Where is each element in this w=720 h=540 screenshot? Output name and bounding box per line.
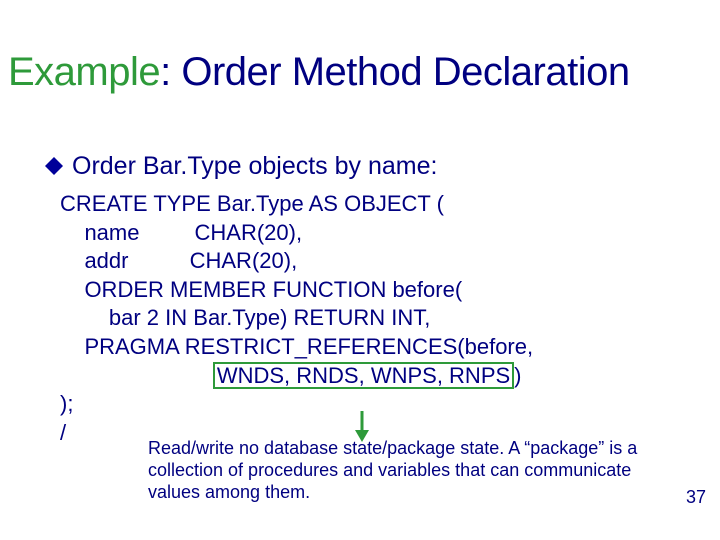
title-rest: : Order Method Declaration (160, 50, 629, 94)
code-line-2: name CHAR(20), (60, 220, 302, 245)
bullet-item: Order Bar.Type objects by name: (44, 152, 684, 181)
code-line-3: addr CHAR(20), (60, 248, 297, 273)
annotation-note: Read/write no database state/package sta… (148, 438, 668, 504)
pragma-options-highlight: WNDS, RNDS, WNPS, RNPS (213, 362, 514, 389)
title-example-word: Example (8, 50, 160, 94)
bullet-text: Order Bar.Type objects by name: (72, 152, 437, 181)
code-line-5: bar 2 IN Bar.Type) RETURN INT, (60, 305, 430, 330)
page-number: 37 (686, 487, 706, 508)
code-line-8: ); (60, 391, 73, 416)
code-line-4: ORDER MEMBER FUNCTION before( (60, 277, 462, 302)
code-line-7-close: ) (514, 363, 521, 388)
diamond-bullet-icon (44, 156, 64, 181)
code-line-6: PRAGMA RESTRICT_REFERENCES(before, (60, 334, 533, 359)
code-line-1: CREATE TYPE Bar.Type AS OBJECT ( (60, 191, 444, 216)
code-line-7-indent (60, 363, 213, 388)
slide-title: Example: Order Method Declaration (8, 50, 712, 95)
slide: Example: Order Method Declaration Order … (0, 0, 720, 540)
code-line-9: / (60, 420, 66, 445)
